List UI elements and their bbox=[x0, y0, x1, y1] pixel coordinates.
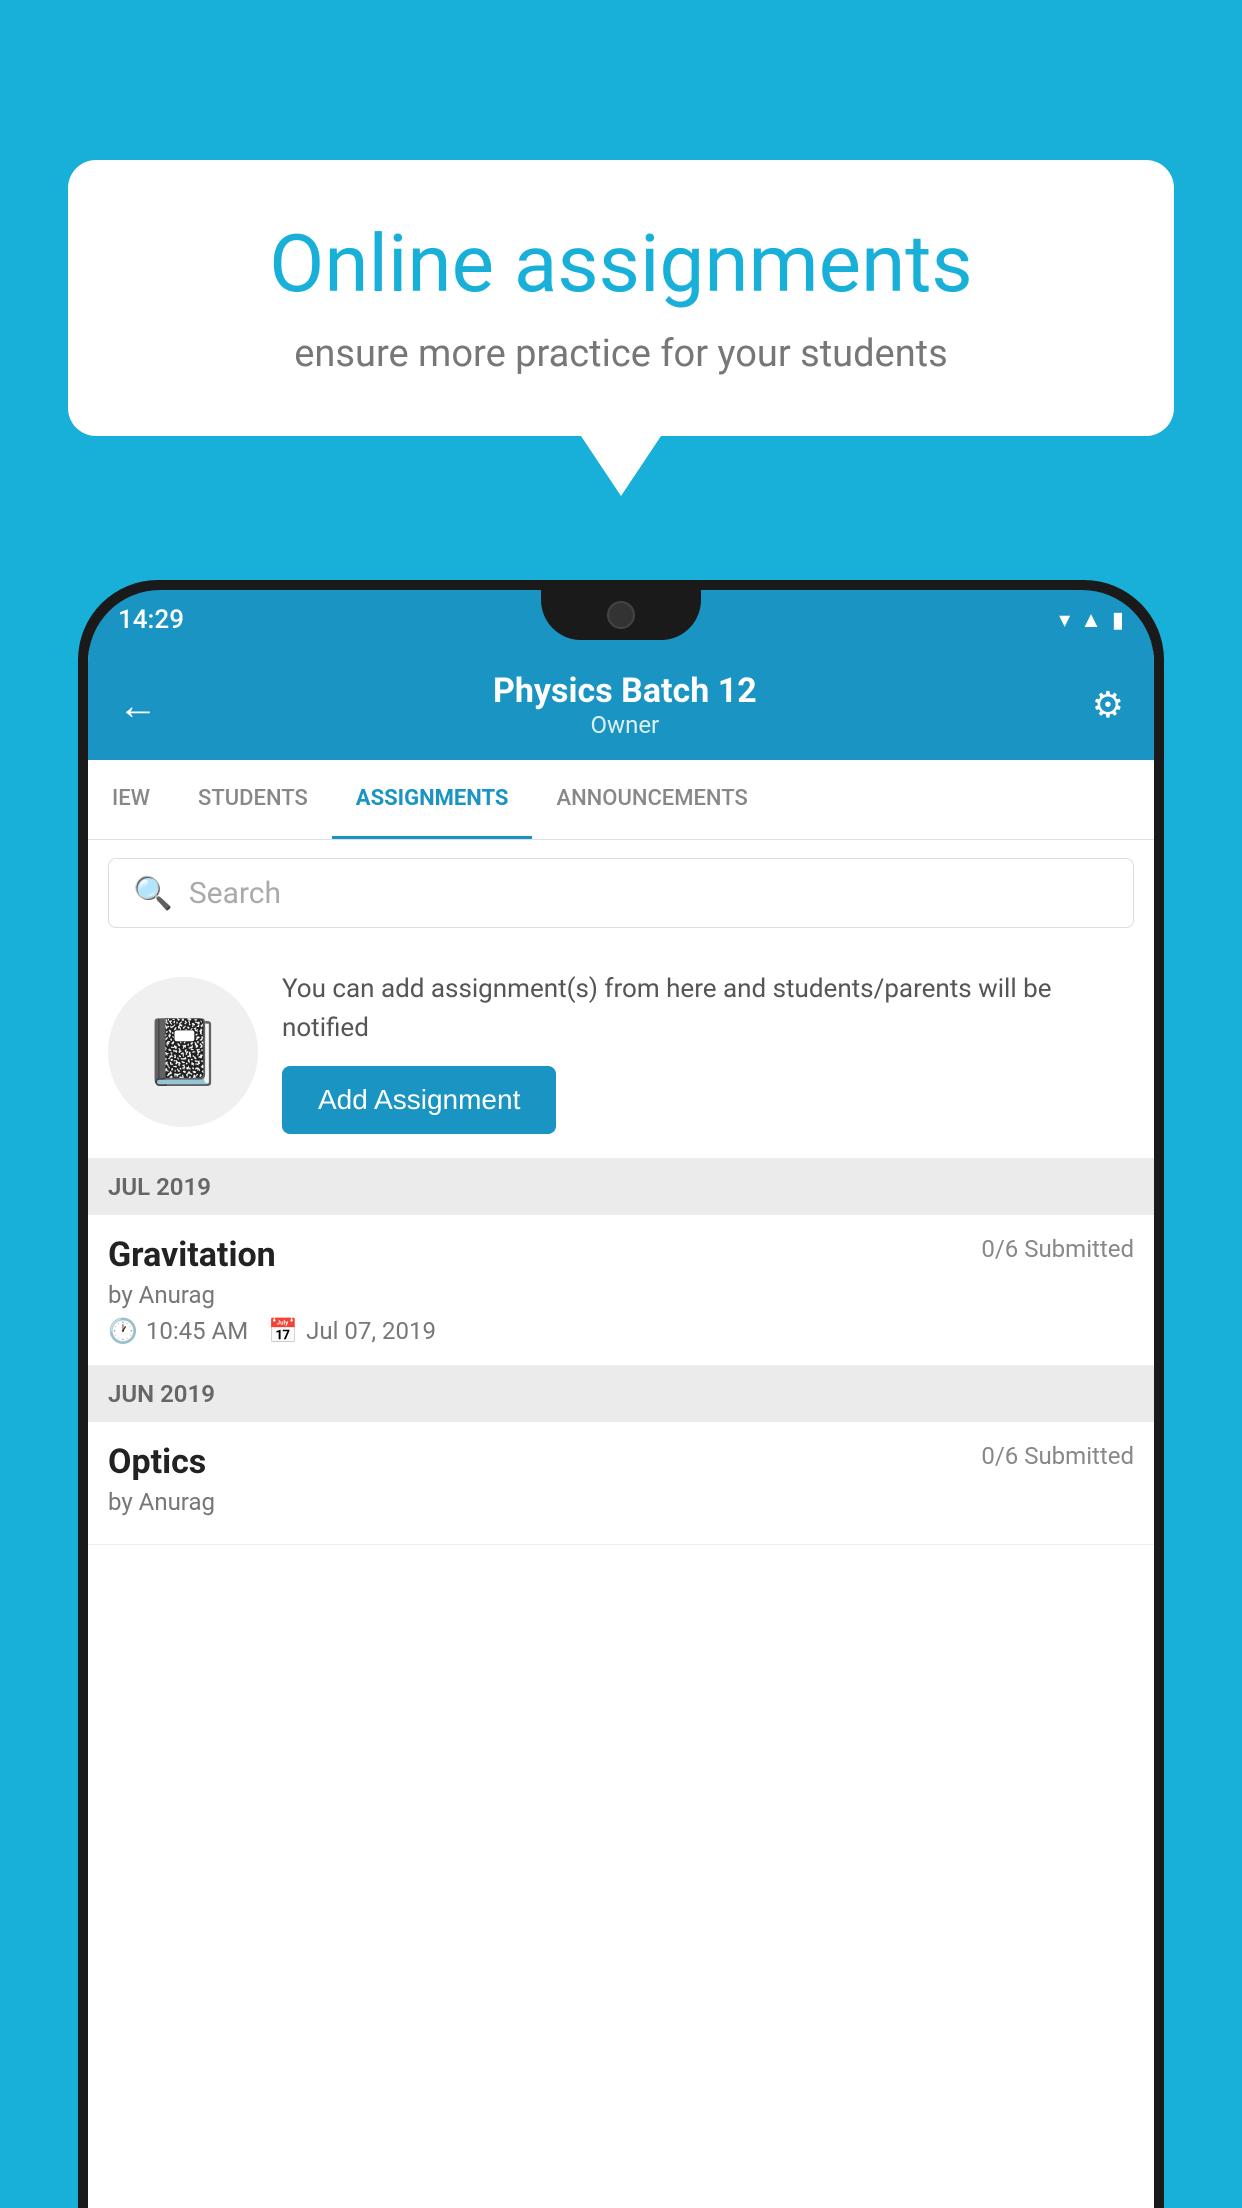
search-placeholder: Search bbox=[189, 876, 281, 911]
speech-bubble: Online assignments ensure more practice … bbox=[68, 160, 1174, 436]
back-button[interactable]: ← bbox=[118, 682, 158, 729]
phone-frame: 14:29 ▾ ▲ ▮ ← Physics Batch 12 Owner ⚙ I… bbox=[78, 580, 1164, 2208]
search-icon: 🔍 bbox=[133, 874, 173, 912]
add-assignment-button[interactable]: Add Assignment bbox=[282, 1066, 556, 1134]
empty-description: You can add assignment(s) from here and … bbox=[282, 970, 1134, 1048]
tab-iew[interactable]: IEW bbox=[88, 760, 174, 839]
status-icons: ▾ ▲ ▮ bbox=[1059, 607, 1124, 633]
section-header-jun: JUN 2019 bbox=[88, 1366, 1154, 1422]
search-bar[interactable]: 🔍 Search bbox=[108, 858, 1134, 928]
search-bar-container: 🔍 Search bbox=[88, 840, 1154, 946]
header-center: Physics Batch 12 Owner bbox=[493, 671, 757, 739]
empty-icon-circle: 📓 bbox=[108, 977, 258, 1127]
empty-text-area: You can add assignment(s) from here and … bbox=[282, 970, 1134, 1134]
meta-date: 📅 Jul 07, 2019 bbox=[268, 1317, 436, 1345]
assignment-time: 10:45 AM bbox=[146, 1317, 248, 1345]
tab-bar: IEW STUDENTS ASSIGNMENTS ANNOUNCEMENTS bbox=[88, 760, 1154, 840]
assignment-by-gravitation: by Anurag bbox=[108, 1281, 1134, 1309]
header-subtitle: Owner bbox=[493, 711, 757, 739]
speech-bubble-title: Online assignments bbox=[138, 220, 1104, 308]
tab-students[interactable]: STUDENTS bbox=[174, 760, 332, 839]
empty-state: 📓 You can add assignment(s) from here an… bbox=[88, 946, 1154, 1159]
assignment-name-gravitation: Gravitation bbox=[108, 1235, 276, 1275]
meta-time: 🕐 10:45 AM bbox=[108, 1317, 248, 1345]
phone-inner: 14:29 ▾ ▲ ▮ ← Physics Batch 12 Owner ⚙ I… bbox=[88, 590, 1154, 2208]
settings-button[interactable]: ⚙ bbox=[1092, 684, 1124, 726]
assignment-submitted-optics: 0/6 Submitted bbox=[981, 1442, 1134, 1470]
tab-assignments[interactable]: ASSIGNMENTS bbox=[332, 760, 533, 839]
battery-icon: ▮ bbox=[1112, 608, 1124, 633]
notch bbox=[541, 590, 701, 640]
assignment-top-row: Gravitation 0/6 Submitted bbox=[108, 1235, 1134, 1275]
status-time: 14:29 bbox=[118, 605, 184, 635]
assignment-name-optics: Optics bbox=[108, 1442, 206, 1482]
signal-icon: ▲ bbox=[1080, 607, 1102, 633]
notebook-icon: 📓 bbox=[143, 1015, 223, 1090]
wifi-icon: ▾ bbox=[1059, 608, 1070, 633]
speech-bubble-container: Online assignments ensure more practice … bbox=[68, 160, 1174, 496]
calendar-icon: 📅 bbox=[268, 1317, 298, 1345]
camera bbox=[607, 601, 635, 629]
section-header-jul: JUL 2019 bbox=[88, 1159, 1154, 1215]
assignment-by-optics: by Anurag bbox=[108, 1488, 1134, 1516]
assignment-item-gravitation[interactable]: Gravitation 0/6 Submitted by Anurag 🕐 10… bbox=[88, 1215, 1154, 1366]
speech-bubble-subtitle: ensure more practice for your students bbox=[138, 332, 1104, 376]
clock-icon: 🕐 bbox=[108, 1317, 138, 1345]
assignment-item-optics[interactable]: Optics 0/6 Submitted by Anurag bbox=[88, 1422, 1154, 1545]
speech-bubble-arrow bbox=[581, 436, 661, 496]
tab-announcements[interactable]: ANNOUNCEMENTS bbox=[532, 760, 771, 839]
assignment-date: Jul 07, 2019 bbox=[306, 1317, 436, 1345]
app-content: ← Physics Batch 12 Owner ⚙ IEW STUDENTS … bbox=[88, 650, 1154, 2208]
header-title: Physics Batch 12 bbox=[493, 671, 757, 711]
app-header: ← Physics Batch 12 Owner ⚙ bbox=[88, 650, 1154, 760]
assignment-submitted-gravitation: 0/6 Submitted bbox=[981, 1235, 1134, 1263]
assignment-meta-gravitation: 🕐 10:45 AM 📅 Jul 07, 2019 bbox=[108, 1317, 1134, 1345]
assignment-top-row-optics: Optics 0/6 Submitted bbox=[108, 1442, 1134, 1482]
